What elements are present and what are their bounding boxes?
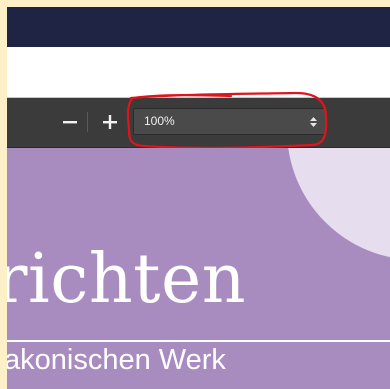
title-bar bbox=[7, 7, 390, 47]
zoom-level-value: 100% bbox=[144, 114, 175, 128]
zoom-in-button[interactable] bbox=[98, 98, 122, 148]
minus-icon bbox=[63, 121, 77, 124]
up-down-arrows-icon bbox=[310, 117, 317, 127]
plus-icon bbox=[103, 115, 117, 129]
zoom-level-select[interactable]: 100% bbox=[133, 108, 326, 135]
document-page: richten akonischen Werk bbox=[7, 148, 390, 389]
page-heading: richten bbox=[7, 240, 246, 319]
toolbar-separator bbox=[87, 112, 88, 132]
page-subheading: akonischen Werk bbox=[7, 344, 226, 376]
pdf-viewer-toolbar: 100% bbox=[7, 98, 390, 148]
zoom-out-button[interactable] bbox=[58, 98, 82, 148]
window-frame-left bbox=[0, 0, 7, 389]
page-decorative-circle bbox=[287, 148, 390, 260]
page-divider bbox=[7, 340, 390, 342]
address-strip bbox=[7, 47, 390, 98]
window-frame-top bbox=[0, 0, 390, 7]
